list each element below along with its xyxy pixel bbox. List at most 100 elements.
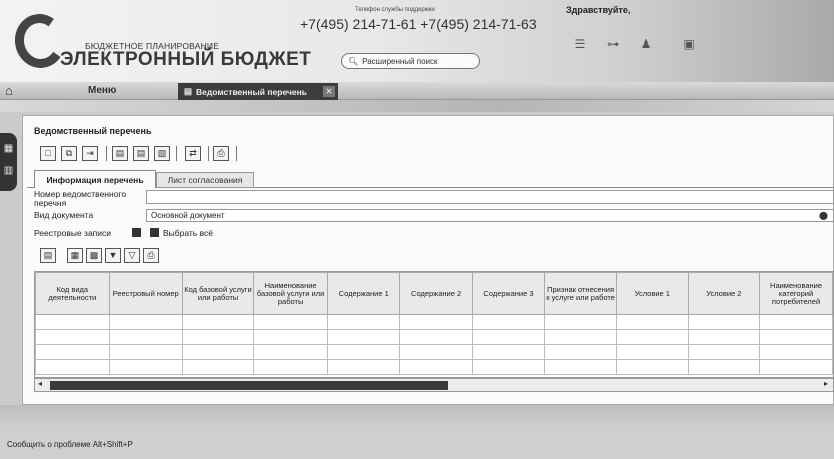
table-cell	[471, 314, 546, 330]
number-field-label: Номер ведомственного перечня	[34, 189, 127, 208]
grid-delete-icon[interactable]: ▩	[86, 248, 102, 263]
select-all-checkbox[interactable]	[150, 228, 159, 237]
scroll-left-icon[interactable]: ◂	[38, 379, 42, 388]
column-header[interactable]: Наименование базовой услуги или работы	[253, 272, 329, 315]
horizontal-scrollbar[interactable]: ◂ ▸	[34, 378, 834, 392]
building-icon[interactable]: ▥	[0, 160, 17, 182]
table-cell	[327, 359, 401, 375]
tab-vedomstvenny-perechen[interactable]: ▤ Ведомственный перечень ✕	[178, 83, 338, 100]
document-b-icon[interactable]: ▤	[133, 146, 149, 161]
column-header[interactable]: Код базовой услуги или работы	[181, 272, 255, 315]
table-cell	[253, 329, 329, 345]
table-row[interactable]	[35, 359, 833, 375]
move-document-icon[interactable]: ⇥	[82, 146, 98, 161]
tab-approval-sheet[interactable]: Лист согласования	[156, 172, 254, 188]
toolbar-separator	[176, 146, 177, 161]
toolbar-separator	[208, 146, 209, 161]
hierarchy-icon[interactable]: ⊶	[606, 38, 620, 50]
records-label: Реестровые записи	[34, 228, 112, 238]
table-cell	[399, 344, 473, 360]
table-row[interactable]	[35, 344, 833, 360]
panel-title: Ведомственный перечень	[34, 126, 152, 136]
table-cell	[181, 314, 255, 330]
table-cell	[108, 314, 183, 330]
doctype-value: Основной документ	[151, 211, 225, 220]
column-header[interactable]: Код вида деятельности	[35, 272, 110, 315]
column-header[interactable]: Реестровый номер	[108, 272, 183, 315]
print-icon[interactable]: ⎙	[213, 146, 229, 161]
support-phones: +7(495) 214-71-61 +7(495) 214-71-63	[300, 16, 537, 32]
table-cell	[544, 329, 618, 345]
table-cell	[687, 329, 761, 345]
table-cell	[471, 359, 546, 375]
column-header[interactable]: Признак отнесения к услуге или работе	[544, 272, 618, 315]
records-grid: Код вида деятельности Реестровый номер Код…	[34, 271, 834, 378]
table-cell	[399, 359, 473, 375]
table-cell	[35, 329, 110, 345]
menu-button[interactable]: Меню	[88, 85, 116, 96]
table-cell	[544, 344, 618, 360]
scroll-right-icon[interactable]: ▸	[824, 379, 828, 388]
calculator-icon[interactable]: ▦	[0, 138, 17, 160]
advanced-search-button[interactable]: 🔍︎ Расширенный поиск	[341, 53, 480, 69]
document-a-icon[interactable]: ▤	[112, 146, 128, 161]
toolbar-separator	[106, 146, 107, 161]
header-divider	[0, 100, 834, 112]
table-cell	[327, 314, 401, 330]
records-checkbox[interactable]	[132, 228, 141, 237]
table-cell	[108, 329, 183, 345]
table-row[interactable]	[35, 329, 833, 345]
tab-icon: ▤	[184, 86, 193, 96]
grid-filter-icon[interactable]: ▼	[105, 248, 121, 263]
column-header[interactable]: Условие 1	[616, 272, 689, 315]
doctype-select[interactable]: Основной документ ⬤	[146, 209, 834, 222]
export-icon[interactable]: ⇄	[185, 146, 201, 161]
table-cell	[35, 314, 110, 330]
records-table: Код вида деятельности Реестровый номер Код…	[35, 272, 833, 375]
close-icon[interactable]: ✕	[323, 86, 335, 97]
table-cell	[327, 329, 401, 345]
table-row[interactable]	[35, 314, 833, 330]
grid-edit-icon[interactable]: ▦	[67, 248, 83, 263]
table-cell	[616, 359, 689, 375]
table-cell	[399, 314, 473, 330]
scrollbar-thumb[interactable]	[50, 381, 448, 390]
copy-document-icon[interactable]: ⧉	[61, 146, 77, 161]
table-cell	[108, 359, 183, 375]
select-all-label[interactable]: Выбрать всё	[163, 228, 213, 238]
table-cell	[759, 359, 833, 375]
list-icon[interactable]: ☰	[573, 38, 587, 50]
grid-add-icon[interactable]: ▤	[40, 248, 56, 263]
column-header[interactable]: Наименование категорий потребителей	[759, 272, 833, 315]
column-header[interactable]: Содержание 3	[471, 272, 546, 315]
table-cell	[181, 329, 255, 345]
table-cell	[471, 344, 546, 360]
document-c-icon[interactable]: ▧	[154, 146, 170, 161]
tab-information[interactable]: Информация перечень	[34, 170, 156, 188]
bottom-band	[0, 405, 834, 427]
table-cell	[759, 329, 833, 345]
table-cell	[327, 344, 401, 360]
table-cell	[687, 359, 761, 375]
table-cell	[108, 344, 183, 360]
home-icon[interactable]: ⌂	[5, 83, 13, 98]
column-header[interactable]: Содержание 1	[327, 272, 401, 315]
table-cell	[35, 344, 110, 360]
logo-title: ЭЛЕКТРОННЫЙ БЮДЖЕТ	[60, 49, 312, 70]
chevron-down-icon[interactable]: ⬤	[819, 210, 828, 221]
grid-filter-clear-icon[interactable]: ▽	[124, 248, 140, 263]
report-problem-link[interactable]: Сообщить о проблеме Alt+Shift+P	[7, 440, 133, 449]
users-icon[interactable]: ♟	[639, 38, 653, 50]
grid-print-icon[interactable]: ⎙	[143, 248, 159, 263]
window-icon[interactable]: ▣	[682, 38, 696, 50]
side-panel-tab[interactable]: ▦ ▥	[0, 133, 17, 191]
table-cell	[616, 329, 689, 345]
number-input[interactable]	[146, 190, 834, 204]
doctype-field-label: Вид документа	[34, 210, 94, 220]
column-header[interactable]: Условие 2	[687, 272, 761, 315]
user-greeting: Здравствуйте,	[566, 5, 631, 15]
column-header[interactable]: Содержание 2	[399, 272, 473, 315]
new-document-icon[interactable]: □	[40, 146, 56, 161]
tab-label: Ведомственный перечень	[196, 86, 307, 97]
table-cell	[399, 329, 473, 345]
